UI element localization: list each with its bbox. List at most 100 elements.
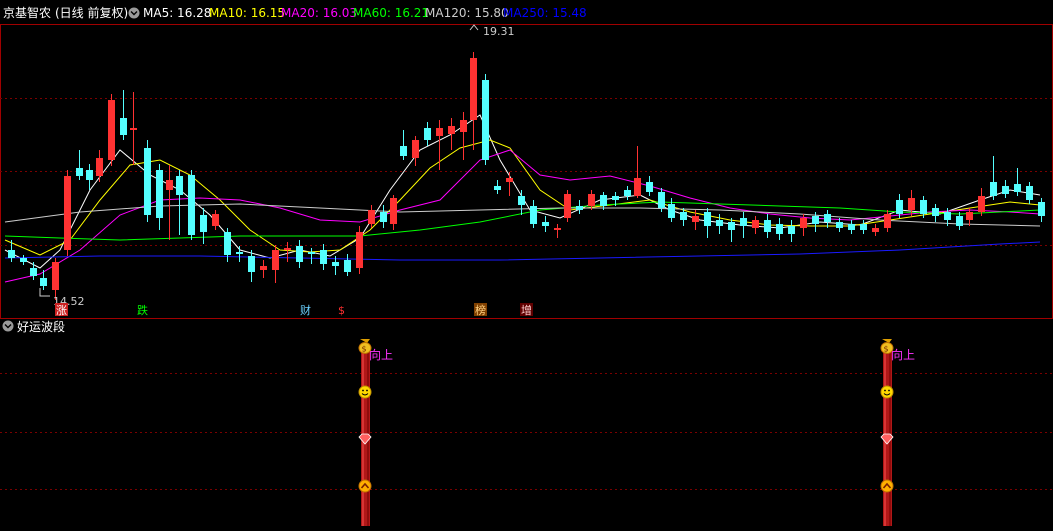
candle-body[interactable] (344, 260, 351, 272)
candle-body[interactable] (884, 214, 891, 228)
candle-body[interactable] (236, 252, 243, 254)
candle-body[interactable] (482, 80, 489, 160)
candle-body[interactable] (716, 220, 723, 226)
candle-body[interactable] (624, 190, 631, 196)
candle-body[interactable] (1026, 186, 1033, 200)
event-tag-zeng[interactable]: 增 (520, 303, 533, 317)
candle-body[interactable] (990, 182, 997, 196)
event-tag-die[interactable]: 跌 (137, 303, 148, 317)
candle-body[interactable] (200, 215, 207, 232)
candle-body[interactable] (1014, 184, 1021, 192)
candle-body[interactable] (872, 228, 879, 232)
candle-body[interactable] (776, 224, 783, 234)
candle-body[interactable] (932, 208, 939, 216)
candle-body[interactable] (634, 178, 641, 196)
candle-body[interactable] (920, 200, 927, 214)
candle-body[interactable] (752, 220, 759, 228)
candle-body[interactable] (848, 224, 855, 230)
candle-body[interactable] (506, 178, 513, 182)
event-tag-dollar[interactable]: $ (338, 304, 345, 317)
candle-body[interactable] (120, 118, 127, 135)
candle-body[interactable] (380, 212, 387, 222)
candle-body[interactable] (320, 250, 327, 264)
candle-body[interactable] (64, 176, 71, 250)
candle-body[interactable] (680, 212, 687, 220)
candle-body[interactable] (470, 58, 477, 120)
candle-body[interactable] (108, 100, 115, 160)
candle-body[interactable] (390, 198, 397, 224)
candle-body[interactable] (554, 228, 561, 230)
candle-body[interactable] (130, 128, 137, 130)
candle-body[interactable] (908, 198, 915, 210)
candle-body[interactable] (944, 212, 951, 220)
candle-body[interactable] (600, 195, 607, 206)
candle-body[interactable] (812, 216, 819, 224)
candle-body[interactable] (448, 126, 455, 134)
candle-body[interactable] (612, 196, 619, 200)
candle-body[interactable] (542, 222, 549, 226)
candle-body[interactable] (20, 258, 27, 262)
candle-body[interactable] (728, 222, 735, 230)
candle-body[interactable] (588, 194, 595, 206)
indicator-menu-chevron-icon[interactable] (2, 320, 14, 332)
event-tag-zhang[interactable]: 涨 (55, 303, 68, 317)
chevron-down-icon[interactable] (128, 7, 140, 19)
candle-body[interactable] (332, 262, 339, 266)
candle-body[interactable] (956, 216, 963, 226)
candle-body[interactable] (8, 250, 15, 258)
candle-body[interactable] (788, 226, 795, 234)
event-tag-bang[interactable]: 榜 (474, 303, 487, 317)
candle-body[interactable] (308, 252, 315, 254)
candle-body[interactable] (530, 206, 537, 224)
candle-body[interactable] (978, 196, 985, 212)
candle-body[interactable] (494, 186, 501, 190)
candle-body[interactable] (518, 196, 525, 205)
candle-body[interactable] (296, 246, 303, 262)
candle-body[interactable] (668, 204, 675, 218)
candle-body[interactable] (436, 128, 443, 136)
candle-body[interactable] (188, 175, 195, 235)
candle-body[interactable] (212, 214, 219, 226)
candle-body[interactable] (96, 158, 103, 176)
candle-body[interactable] (740, 218, 747, 226)
candle-body[interactable] (564, 194, 571, 218)
candle-body[interactable] (836, 222, 843, 228)
candle-body[interactable] (800, 218, 807, 228)
candle-body[interactable] (412, 140, 419, 158)
candle-body[interactable] (284, 248, 291, 250)
candle-body[interactable] (646, 182, 653, 192)
candle-body[interactable] (824, 214, 831, 222)
candle-body[interactable] (40, 278, 47, 286)
candle-body[interactable] (1002, 186, 1009, 194)
candle-body[interactable] (248, 256, 255, 272)
candle-body[interactable] (86, 170, 93, 180)
candle-body[interactable] (576, 206, 583, 210)
candle-body[interactable] (400, 146, 407, 156)
candle-body[interactable] (896, 200, 903, 214)
candle-body[interactable] (368, 210, 375, 224)
candle-body[interactable] (272, 250, 279, 270)
candlestick-series[interactable] (8, 52, 1045, 300)
candle-body[interactable] (166, 180, 173, 190)
candle-body[interactable] (704, 212, 711, 226)
candle-body[interactable] (144, 148, 151, 215)
candle-body[interactable] (76, 168, 83, 176)
candle-body[interactable] (356, 232, 363, 268)
candle-body[interactable] (692, 216, 699, 222)
candle-body[interactable] (156, 170, 163, 218)
candle-body[interactable] (658, 192, 665, 208)
candle-body[interactable] (860, 224, 867, 230)
candle-body[interactable] (260, 266, 267, 270)
candle-body[interactable] (176, 176, 183, 195)
candle-body[interactable] (224, 232, 231, 255)
candle-body[interactable] (424, 128, 431, 140)
signal-column[interactable]: $ 向上 (880, 339, 915, 526)
candle-body[interactable] (52, 262, 59, 290)
candle-body[interactable] (30, 268, 37, 276)
candle-body[interactable] (1038, 202, 1045, 216)
candle-body[interactable] (460, 120, 467, 132)
event-tag-cai[interactable]: 财 (300, 303, 311, 317)
candle-body[interactable] (764, 220, 771, 232)
kline-chart[interactable]: 京基智农 (日线 前复权) MA5: 16.28 MA10: 16.15 MA2… (0, 0, 1053, 531)
candle-body[interactable] (966, 212, 973, 220)
